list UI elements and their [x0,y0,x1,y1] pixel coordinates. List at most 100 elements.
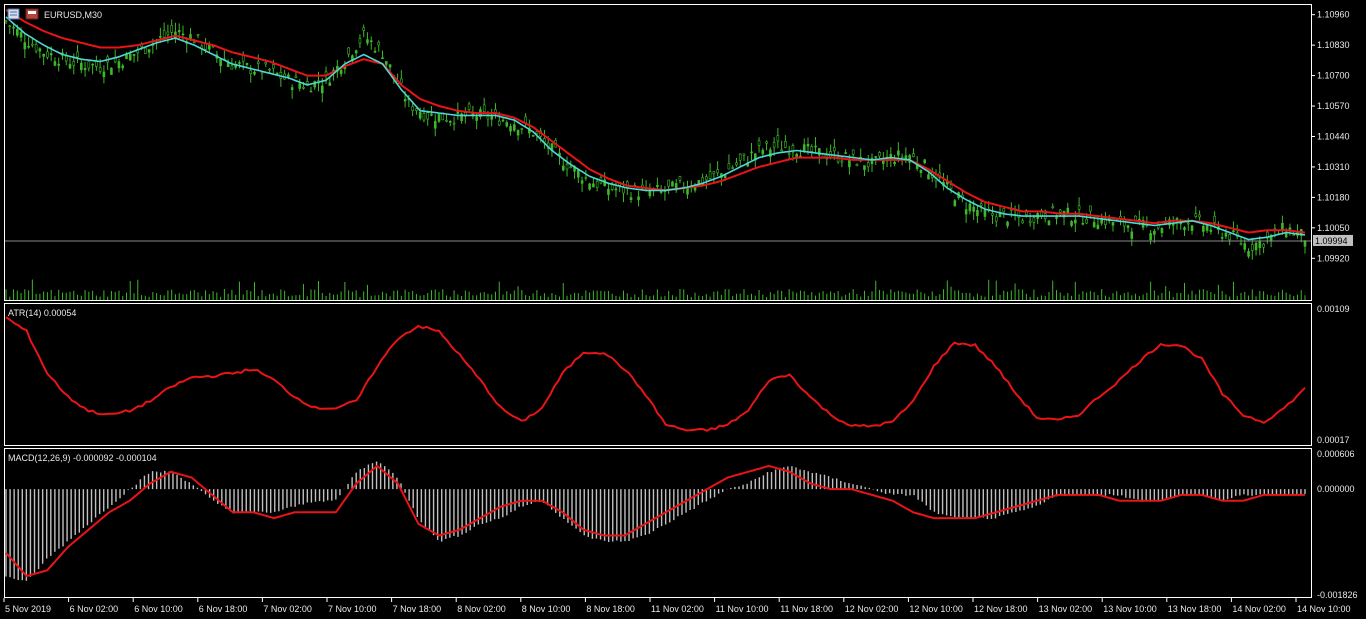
macd-pane-title: MACD(12,26,9) -0.000092 -0.000104 [8,453,157,463]
y-tick-label: 0.00017 [1317,435,1350,445]
candle [76,44,79,63]
candlestick-series [4,19,1307,260]
candle [998,205,1002,218]
candle [780,140,783,152]
candle [881,151,885,171]
candle [373,47,377,54]
y-tick-label: 0.00109 [1317,304,1350,314]
price-pane-title: EURUSD,M30 [44,10,102,20]
x-tick-label: 8 Nov 10:00 [522,604,571,614]
candle [1047,220,1051,226]
candle [354,49,358,57]
candle [1220,232,1224,242]
candle [1258,236,1262,256]
candle [1021,218,1024,224]
candle [23,33,27,59]
candle [113,49,117,64]
candle [663,186,667,201]
candle [516,129,520,141]
candle [12,24,15,36]
y-tick-label: 1.10960 [1317,10,1350,20]
candle [1235,224,1239,240]
current-price-label: 1.09994 [1315,236,1348,246]
y-tick-label: 1.10440 [1317,131,1350,141]
candle [1130,227,1134,246]
x-tick-label: 13 Nov 02:00 [1039,604,1093,614]
candle [366,32,369,46]
candle [1104,212,1107,229]
candle [1243,237,1247,253]
candle [309,86,313,93]
candle [219,58,222,73]
candle [174,22,177,44]
candle [983,202,987,221]
atr-pane-border [4,303,1312,446]
candle [1013,205,1017,221]
candle [433,114,437,137]
chart-canvas[interactable]: 1.09994 EURUSD,M30 1.10960 1.10830 1.10700… [0,0,1366,619]
candle [942,172,945,191]
time-x-axis: 5 Nov 2019 6 Nov 02:00 6 Nov 10:00 6 Nov 18… [3,598,1351,614]
candle [671,180,674,187]
candle [738,153,742,167]
candle [964,202,968,223]
macd-signal-line [5,464,1305,578]
candle [8,24,12,35]
candle [34,40,38,54]
candle [908,153,911,171]
candle [1190,224,1194,235]
candle [994,213,998,228]
candle [1040,208,1043,219]
candle [776,127,780,149]
candle [686,180,689,199]
candle [878,151,881,159]
candle [637,190,640,207]
candle [83,61,87,77]
candle [607,183,610,201]
candle [91,63,94,75]
y-tick-label: -0.001826 [1317,590,1358,600]
candle [53,57,57,67]
candle [1202,223,1205,237]
candle [475,114,478,130]
x-tick-label: 12 Nov 02:00 [845,604,899,614]
candle [1126,224,1130,232]
candle [57,57,61,72]
candle [580,176,584,192]
candle [1262,242,1265,254]
candle [810,144,814,157]
candle [80,60,83,74]
candle [629,192,633,203]
candle [4,19,8,25]
candle [757,137,761,153]
candle [490,108,494,127]
candle [117,58,121,73]
candle [1070,220,1073,228]
candle [678,175,682,184]
candle [144,47,147,55]
candle [68,57,72,70]
candle [716,161,719,177]
candle [467,101,471,112]
x-tick-label: 7 Nov 18:00 [393,604,442,614]
candle [765,140,768,151]
chart-window-icon[interactable] [7,8,39,20]
candle [863,165,866,177]
candle [708,163,712,180]
atr-line [5,316,1306,432]
candle [290,84,294,99]
candle [95,55,98,71]
candle [1254,241,1258,256]
candle [753,152,757,169]
x-tick-label: 5 Nov 2019 [5,604,51,614]
candle [976,205,979,224]
price-y-axis: 1.10960 1.10830 1.10700 1.10570 1.10440 1.103… [1311,10,1350,263]
y-tick-label: 1.10700 [1317,71,1350,81]
candle [452,116,456,131]
candle [923,158,927,165]
candle [524,113,527,128]
x-tick-label: 8 Nov 18:00 [586,604,635,614]
x-tick-label: 6 Nov 10:00 [134,604,183,614]
candle [565,156,569,177]
x-tick-label: 11 Nov 02:00 [651,604,704,614]
